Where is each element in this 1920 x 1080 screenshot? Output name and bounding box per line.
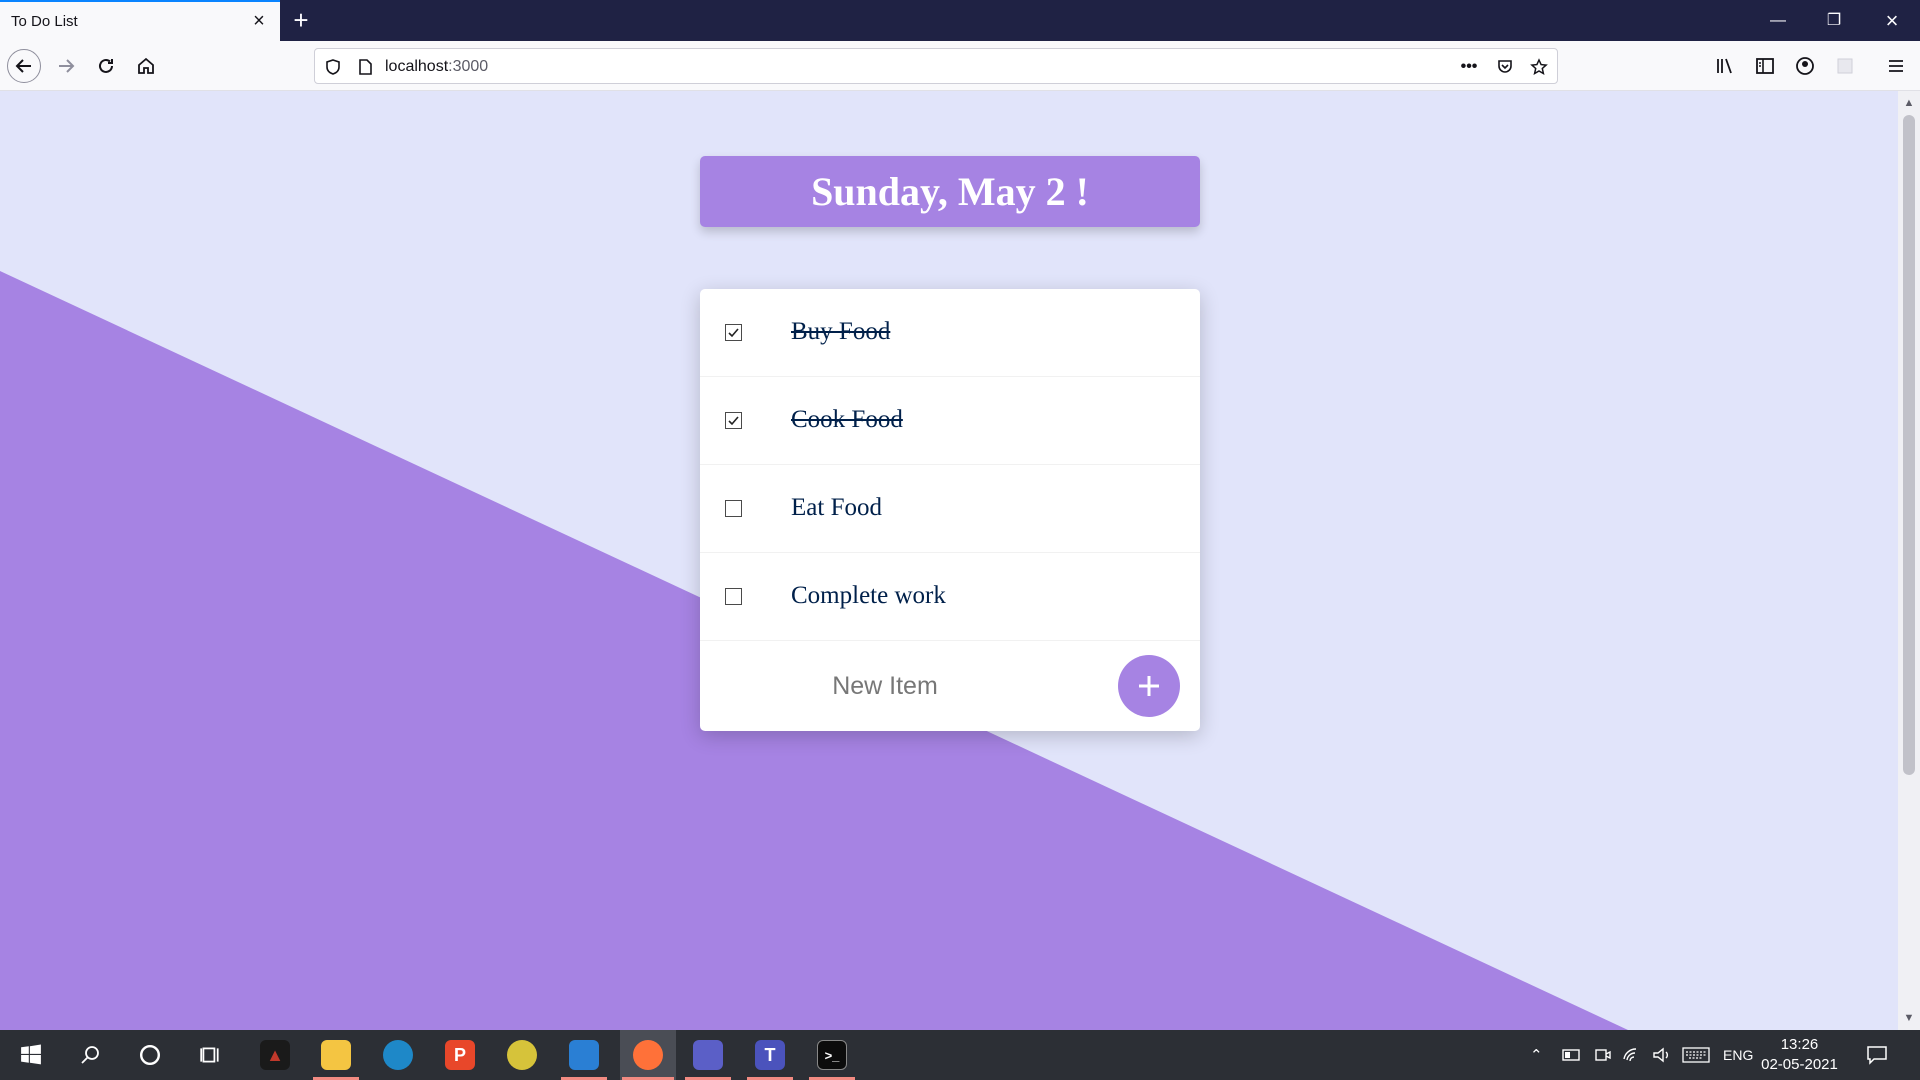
postman-icon[interactable]: P xyxy=(435,1030,485,1080)
new-tab-icon[interactable]: + xyxy=(288,7,314,33)
page-content: Sunday, May 2 ! Buy Food Cook Food Eat F… xyxy=(0,91,1898,1030)
battery-icon[interactable] xyxy=(1562,1030,1582,1080)
todo-item-label: Complete work xyxy=(791,582,946,609)
date-heading: Sunday, May 2 ! xyxy=(811,169,1089,214)
tab-todo-list[interactable]: To Do List × xyxy=(0,0,280,41)
extension-icon[interactable] xyxy=(1828,49,1862,83)
todo-item: Cook Food xyxy=(700,377,1200,465)
forward-icon[interactable] xyxy=(49,49,83,83)
checkbox-checked[interactable] xyxy=(725,324,742,341)
language-indicator[interactable]: ENG xyxy=(1723,1030,1753,1080)
sidebar-icon[interactable] xyxy=(1748,49,1782,83)
pocket-icon[interactable] xyxy=(1495,57,1515,77)
terminal-icon[interactable]: >_ xyxy=(807,1030,857,1080)
todo-item: Buy Food xyxy=(700,289,1200,377)
reload-icon[interactable] xyxy=(89,49,123,83)
clock-time: 13:26 xyxy=(1780,1036,1819,1053)
library-icon[interactable] xyxy=(1708,49,1742,83)
scroll-thumb[interactable] xyxy=(1903,115,1915,775)
url-host: localhost xyxy=(385,58,449,75)
firefox-icon[interactable] xyxy=(620,1030,676,1080)
checkbox-unchecked[interactable] xyxy=(725,588,742,605)
page-scrollbar[interactable]: ▲ ▼ xyxy=(1898,91,1920,1030)
restore-icon[interactable]: ❐ xyxy=(1806,0,1862,41)
tab-close-icon[interactable]: × xyxy=(248,10,270,32)
page-icon xyxy=(355,57,375,77)
todo-item: Complete work xyxy=(700,553,1200,641)
plus-icon xyxy=(1139,676,1159,696)
bookmark-star-icon[interactable] xyxy=(1529,57,1549,77)
minimize-icon[interactable]: — xyxy=(1750,0,1806,41)
edge-icon[interactable] xyxy=(373,1030,423,1080)
search-icon[interactable] xyxy=(65,1030,115,1080)
url-text: localhost:3000 xyxy=(385,58,488,76)
taskbar: ▲ P T >_ ⌃ ENG 13:26 02-05-2021 xyxy=(0,1030,1920,1080)
browser-titlebar: To Do List × + — ❐ × xyxy=(0,0,1920,41)
teams-icon[interactable]: T xyxy=(745,1030,795,1080)
system-clock[interactable]: 13:26 02-05-2021 xyxy=(1752,1035,1847,1075)
todo-item-label: Cook Food xyxy=(791,406,903,433)
shield-icon[interactable] xyxy=(323,57,343,77)
chrome-canary-icon[interactable] xyxy=(497,1030,547,1080)
navigation-toolbar: localhost:3000 ••• xyxy=(0,41,1920,91)
clock-date: 02-05-2021 xyxy=(1761,1056,1838,1073)
windows-start-icon[interactable] xyxy=(6,1030,56,1080)
cortana-icon[interactable] xyxy=(125,1030,175,1080)
meet-now-icon[interactable] xyxy=(1594,1030,1612,1080)
back-icon[interactable] xyxy=(7,49,41,83)
teams-meeting-icon[interactable] xyxy=(683,1030,733,1080)
todo-item-label: Eat Food xyxy=(791,494,882,521)
address-bar[interactable]: localhost:3000 ••• xyxy=(314,48,1558,84)
account-icon[interactable] xyxy=(1788,49,1822,83)
add-item-button[interactable] xyxy=(1118,655,1180,717)
tab-title: To Do List xyxy=(11,13,78,30)
todo-item: Eat Food xyxy=(700,465,1200,553)
todo-item-label: Buy Food xyxy=(791,318,891,345)
more-actions-icon[interactable]: ••• xyxy=(1459,57,1479,77)
file-explorer-icon[interactable] xyxy=(311,1030,361,1080)
game-app-icon[interactable]: ▲ xyxy=(250,1030,300,1080)
wifi-icon[interactable] xyxy=(1622,1030,1642,1080)
scroll-up-icon[interactable]: ▲ xyxy=(1902,96,1916,110)
window-close-icon[interactable]: × xyxy=(1864,0,1920,41)
show-hidden-icons-icon[interactable]: ⌃ xyxy=(1530,1030,1543,1080)
date-heading-box: Sunday, May 2 ! xyxy=(700,156,1200,227)
task-view-icon[interactable] xyxy=(185,1030,235,1080)
photos-icon[interactable] xyxy=(559,1030,609,1080)
url-port: :3000 xyxy=(448,58,489,75)
volume-icon[interactable] xyxy=(1652,1030,1672,1080)
new-item-form xyxy=(700,641,1200,731)
notifications-icon[interactable] xyxy=(1866,1030,1888,1080)
new-item-input[interactable] xyxy=(720,663,1050,709)
keyboard-icon[interactable] xyxy=(1682,1030,1710,1080)
home-icon[interactable] xyxy=(129,49,163,83)
checkbox-checked[interactable] xyxy=(725,412,742,429)
checkbox-unchecked[interactable] xyxy=(725,500,742,517)
scroll-down-icon[interactable]: ▼ xyxy=(1902,1011,1916,1025)
menu-icon[interactable] xyxy=(1879,49,1913,83)
todo-card: Buy Food Cook Food Eat Food Complete wor… xyxy=(700,289,1200,731)
